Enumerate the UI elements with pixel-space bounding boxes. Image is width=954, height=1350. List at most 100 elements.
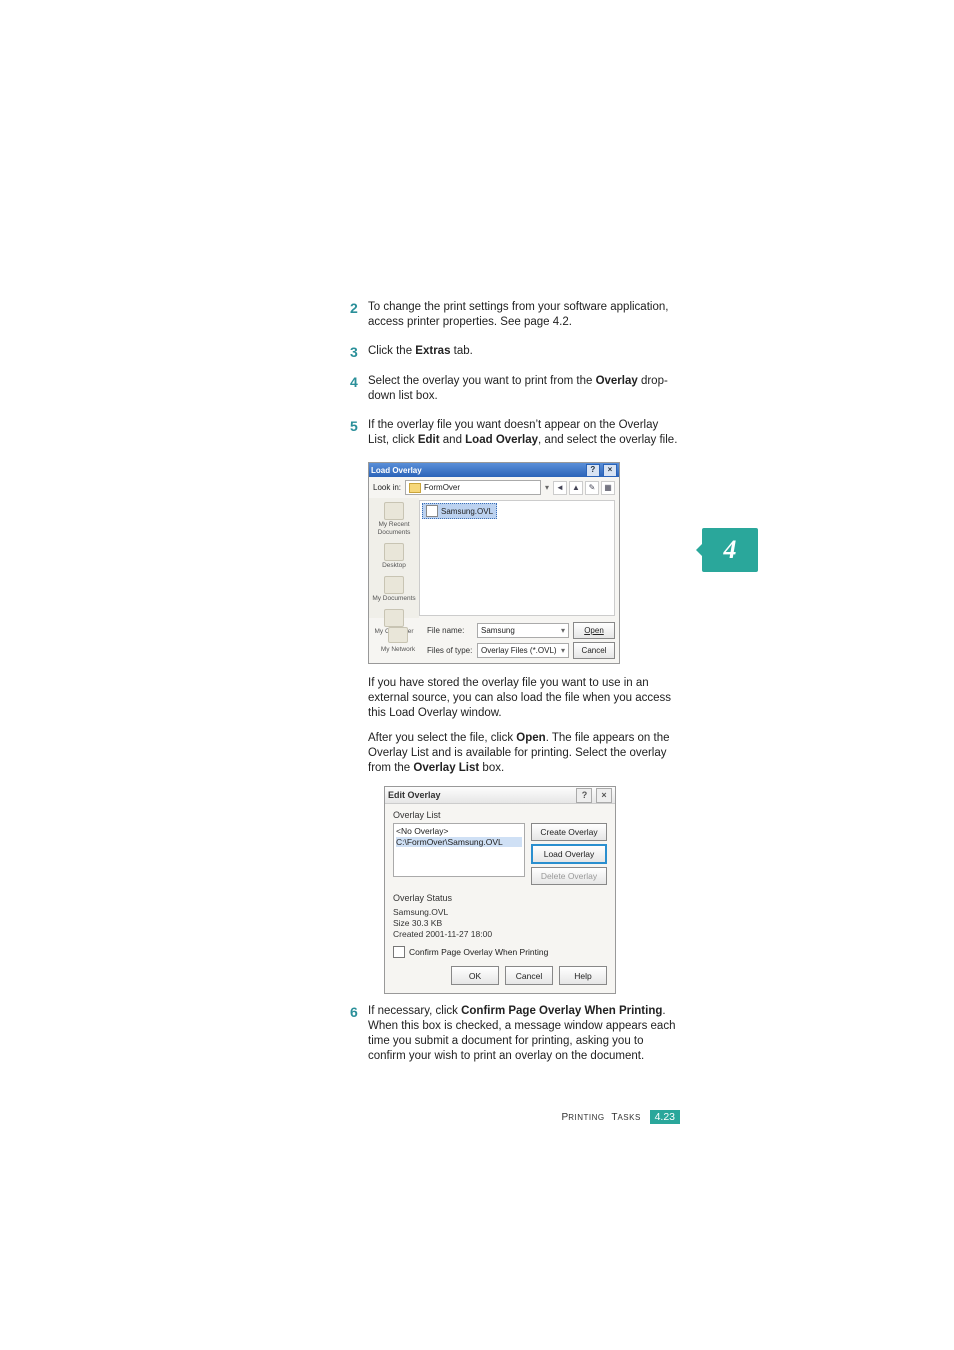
cancel-button[interactable]: Cancel xyxy=(505,966,553,985)
text: If you have stored the overlay file you … xyxy=(368,677,671,719)
place-label: Desktop xyxy=(382,562,406,570)
text: tab. xyxy=(450,345,472,357)
place-desktop[interactable]: Desktop xyxy=(369,543,419,570)
filename-value: Samsung xyxy=(481,625,515,636)
step-body: Click the Extras tab. xyxy=(368,344,680,360)
bold: Load Overlay xyxy=(465,434,538,446)
step-number: 4 xyxy=(350,374,368,404)
filetype-label: Files of type: xyxy=(427,645,473,656)
step-body: If the overlay file you want doesn’t app… xyxy=(368,418,680,448)
button-label: Load Overlay xyxy=(544,849,595,859)
list-item-selected[interactable]: C:\FormOver\Samsung.OVL xyxy=(396,837,522,847)
up-icon[interactable]: ▲ xyxy=(569,481,583,495)
network-icon xyxy=(388,627,408,643)
file-area[interactable]: Samsung.OVL xyxy=(419,500,615,616)
button-label: Create Overlay xyxy=(540,827,597,837)
create-overlay-button[interactable]: Create Overlay xyxy=(531,823,607,841)
help-icon[interactable]: ? xyxy=(586,464,600,477)
step-body: To change the print settings from your s… xyxy=(368,300,680,330)
step-body: If necessary, click Confirm Page Overlay… xyxy=(368,1004,680,1064)
text: Click the xyxy=(368,345,415,357)
bold: Confirm Page Overlay When Printing xyxy=(461,1005,662,1017)
step-3: 3 Click the Extras tab. xyxy=(350,344,680,360)
section-tab: 4 xyxy=(702,528,758,572)
place-label: My Documents xyxy=(372,595,415,603)
step-5: 5 If the overlay file you want doesn’t a… xyxy=(350,418,680,448)
confirm-checkbox-row[interactable]: Confirm Page Overlay When Printing xyxy=(393,946,607,958)
filename-input[interactable]: Samsung ▾ xyxy=(477,623,569,638)
place-recent[interactable]: My Recent Documents xyxy=(369,502,419,537)
checkbox[interactable] xyxy=(393,946,405,958)
step-number: 2 xyxy=(350,300,368,330)
text: and xyxy=(440,434,466,446)
text: Select the overlay you want to print fro… xyxy=(368,375,596,387)
help-icon[interactable]: ? xyxy=(576,788,592,803)
dialog-body: My Recent Documents Desktop My Documents… xyxy=(369,498,619,618)
file-icon xyxy=(426,505,438,517)
ok-button[interactable]: OK xyxy=(451,966,499,985)
text: If necessary, click xyxy=(368,1005,461,1017)
open-button[interactable]: Open xyxy=(573,622,615,639)
views-icon[interactable]: ▦ xyxy=(601,481,615,495)
lookin-label: Look in: xyxy=(373,482,401,493)
place-label: My Recent Documents xyxy=(369,521,419,537)
cancel-button[interactable]: Cancel xyxy=(573,642,615,659)
lookin-value: FormOver xyxy=(424,482,460,493)
titlebar-buttons: ? × xyxy=(585,464,617,477)
recent-icon xyxy=(384,502,404,520)
text: RINTING xyxy=(568,1113,607,1122)
step-number: 5 xyxy=(350,418,368,448)
places-bar: My Recent Documents Desktop My Documents… xyxy=(369,498,419,618)
close-icon[interactable]: × xyxy=(603,464,617,477)
text: box. xyxy=(479,762,504,774)
chevron-down-icon[interactable]: ▾ xyxy=(561,625,565,636)
step-2: 2 To change the print settings from your… xyxy=(350,300,680,330)
overlay-status: Samsung.OVL Size 30.3 KB Created 2001-11… xyxy=(393,907,607,940)
section-tab-box: 4 xyxy=(702,528,758,572)
bold: Edit xyxy=(418,434,440,446)
paragraph: After you select the file, click Open. T… xyxy=(368,731,680,776)
titlebar-buttons: ? × xyxy=(575,788,612,803)
list-item[interactable]: <No Overlay> xyxy=(396,826,522,836)
page-number: 4.23 xyxy=(650,1110,680,1124)
dialog-bottom: My Network File name: Samsung▾ Open File… xyxy=(369,618,619,663)
back-icon[interactable]: ◄ xyxy=(553,481,567,495)
filetype-combo[interactable]: Overlay Files (*.OVL) ▾ xyxy=(477,643,569,658)
footer-label: PRINTING TASKS xyxy=(562,1112,645,1123)
place-documents[interactable]: My Documents xyxy=(369,576,419,603)
desktop-icon xyxy=(384,543,404,561)
checkbox-label: Confirm Page Overlay When Printing xyxy=(409,947,548,957)
overlay-listbox[interactable]: <No Overlay> C:\FormOver\Samsung.OVL xyxy=(393,823,525,877)
bold: Open xyxy=(516,732,545,744)
chevron-down-icon[interactable]: ▾ xyxy=(561,645,565,656)
close-icon[interactable]: × xyxy=(596,788,612,803)
bold: Overlay List xyxy=(413,762,479,774)
delete-overlay-button[interactable]: Delete Overlay xyxy=(531,867,607,885)
cancel-button-label: Cancel xyxy=(582,645,607,656)
page: 4 2 To change the print settings from yo… xyxy=(0,0,954,1350)
file-item-selected[interactable]: Samsung.OVL xyxy=(422,503,497,519)
chevron-down-icon[interactable]: ▾ xyxy=(545,482,549,493)
button-label: Help xyxy=(574,971,591,981)
button-label: Cancel xyxy=(516,971,542,981)
text: . xyxy=(569,316,572,328)
overlay-status-label: Overlay Status xyxy=(393,893,607,903)
paragraph: If you have stored the overlay file you … xyxy=(368,676,680,721)
load-overlay-dialog: Load Overlay ? × Look in: FormOver ▾ ◄ ▲… xyxy=(368,462,620,664)
load-overlay-button[interactable]: Load Overlay xyxy=(531,844,607,864)
step-4: 4 Select the overlay you want to print f… xyxy=(350,374,680,404)
dialog-titlebar: Load Overlay ? × xyxy=(369,463,619,477)
text: , and select the overlay file. xyxy=(538,434,677,446)
file-name: Samsung.OVL xyxy=(441,506,493,517)
section-number: 4 xyxy=(724,535,737,565)
page-ref: page 4.2 xyxy=(524,316,569,328)
documents-icon xyxy=(384,576,404,594)
status-line: Created 2001-11-27 18:00 xyxy=(393,929,607,940)
lookin-combo[interactable]: FormOver xyxy=(405,480,541,495)
page-footer: PRINTING TASKS 4.23 xyxy=(350,1110,680,1124)
help-button[interactable]: Help xyxy=(559,966,607,985)
new-folder-icon[interactable]: ✎ xyxy=(585,481,599,495)
filetype-value: Overlay Files (*.OVL) xyxy=(481,645,557,656)
network-label[interactable]: My Network xyxy=(381,644,415,655)
step-number: 6 xyxy=(350,1004,368,1064)
